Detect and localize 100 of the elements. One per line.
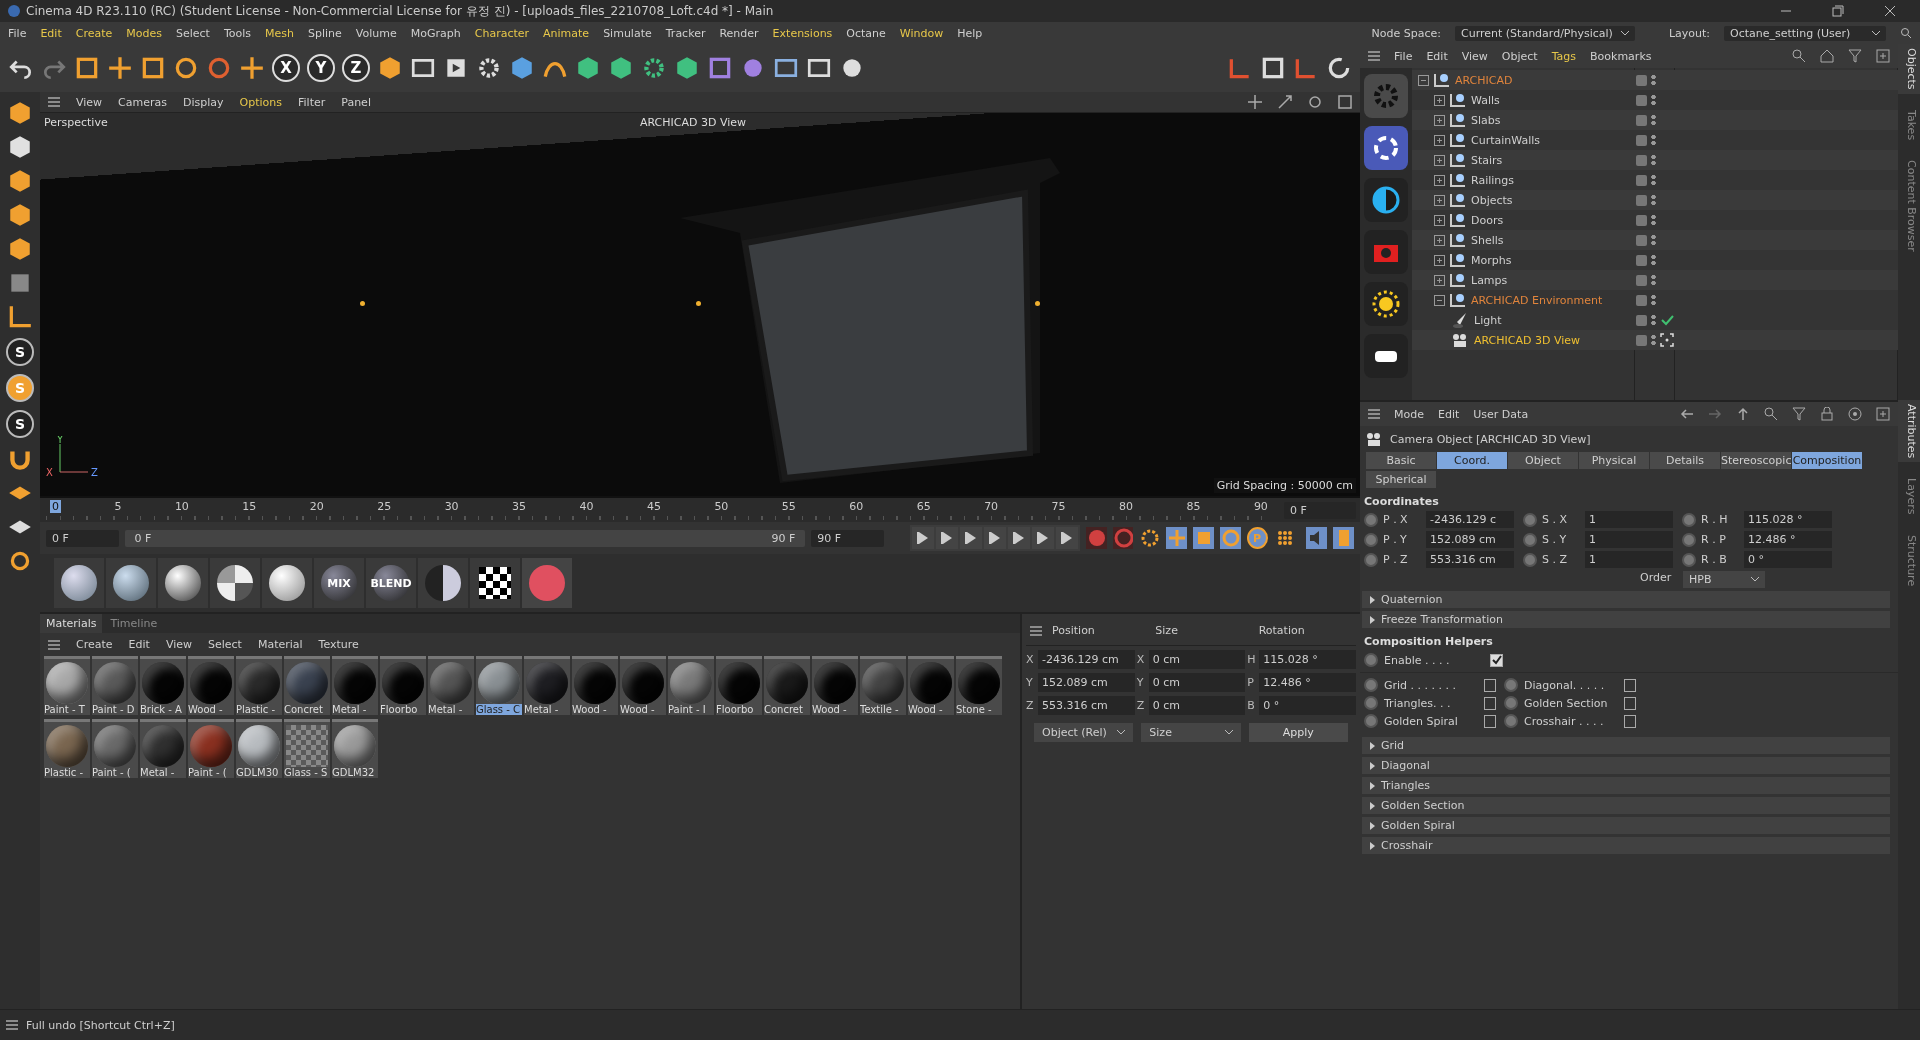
menu-icon[interactable] xyxy=(6,1020,18,1030)
value-field[interactable]: 1 xyxy=(1585,531,1673,548)
keyframe-dot-icon[interactable] xyxy=(1504,678,1518,692)
handle-dot[interactable] xyxy=(1035,301,1040,306)
end-frame-field[interactable]: 90 F xyxy=(811,529,884,547)
objects-menu-item[interactable]: Bookmarks xyxy=(1590,49,1652,63)
cube-icon[interactable] xyxy=(7,236,33,262)
keyframe-dot-icon[interactable] xyxy=(1523,512,1537,527)
order-dropdown[interactable]: HPB xyxy=(1683,571,1765,588)
keyframe-dot-icon[interactable] xyxy=(1682,512,1696,527)
menu-item[interactable]: Spline xyxy=(308,26,342,40)
keyframe-dot-icon[interactable] xyxy=(1504,696,1518,710)
material-swatch[interactable]: Concret xyxy=(764,656,810,715)
material-swatch[interactable]: Paint - ( xyxy=(188,719,234,778)
cube-icon[interactable] xyxy=(7,202,33,228)
material-swatch[interactable]: Floorbo xyxy=(380,656,426,715)
material-preset-button[interactable] xyxy=(158,558,208,608)
visibility-toggle[interactable] xyxy=(1636,214,1647,226)
side-tab[interactable]: Structure xyxy=(1898,530,1920,590)
cube-icon[interactable] xyxy=(509,55,535,81)
side-tab[interactable]: Takes xyxy=(1898,105,1920,144)
keyframe-dot-icon[interactable] xyxy=(1504,714,1518,728)
material-swatch[interactable]: Brick - A xyxy=(140,656,186,715)
panel-tab[interactable]: Timeline xyxy=(104,614,164,633)
menu-icon[interactable] xyxy=(48,639,60,650)
node-space-dropdown[interactable]: Current (Standard/Physical) xyxy=(1455,25,1635,41)
menu-item[interactable]: Extensions xyxy=(772,26,833,40)
object-name[interactable]: CurtainWalls xyxy=(1471,133,1621,147)
material-swatch[interactable]: Metal - xyxy=(140,719,186,778)
menu-item[interactable]: Render xyxy=(719,26,759,40)
material-preset-button[interactable] xyxy=(262,558,312,608)
checkbox[interactable] xyxy=(1623,696,1636,710)
check-tag-icon[interactable] xyxy=(1660,313,1674,327)
materials-menu-item[interactable]: Select xyxy=(208,638,242,651)
status-dots[interactable] xyxy=(1651,194,1656,206)
menu-item[interactable]: Mesh xyxy=(265,26,294,40)
checkbox[interactable] xyxy=(1623,678,1636,692)
attributes-menu-item[interactable]: Edit xyxy=(1438,407,1460,421)
snap-icon[interactable] xyxy=(206,55,232,81)
side-tab[interactable]: Layers xyxy=(1898,474,1920,519)
keyframe-dot-icon[interactable] xyxy=(1682,552,1696,567)
attribute-tab[interactable]: Spherical xyxy=(1366,471,1436,488)
attribute-tab[interactable]: Details xyxy=(1650,452,1720,469)
status-dots[interactable] xyxy=(1651,254,1656,266)
visibility-toggle[interactable] xyxy=(1636,174,1647,186)
keyframe-dot-icon[interactable] xyxy=(1364,714,1378,728)
side-tab[interactable]: Objects xyxy=(1898,44,1920,94)
side-tab[interactable]: Attributes xyxy=(1898,400,1920,463)
checkbox[interactable] xyxy=(1483,714,1496,728)
attribute-tab[interactable]: Coord. xyxy=(1437,452,1507,469)
speaker-icon[interactable] xyxy=(1306,527,1328,549)
status-dots[interactable] xyxy=(1651,214,1656,226)
selection-icon[interactable] xyxy=(74,55,100,81)
expand-icon[interactable] xyxy=(1434,274,1445,286)
visibility-toggle[interactable] xyxy=(1636,254,1647,266)
refresh-icon[interactable] xyxy=(1326,55,1352,81)
zoom-view-icon[interactable] xyxy=(1278,95,1292,109)
rotation-field[interactable]: 0 ° xyxy=(1259,696,1356,715)
expand-icon[interactable] xyxy=(1434,194,1445,206)
object-name[interactable]: Walls xyxy=(1471,93,1621,107)
attributes-menu-item[interactable]: User Data xyxy=(1473,407,1529,421)
position-field[interactable]: 553.316 cm xyxy=(1038,696,1135,715)
value-field[interactable]: 553.316 cm xyxy=(1426,551,1514,568)
value-field[interactable]: -2436.129 c xyxy=(1426,511,1514,528)
material-swatch[interactable]: Glass - C xyxy=(476,656,522,715)
viewport-menu-item[interactable]: Filter xyxy=(298,95,326,109)
collapse-icon[interactable] xyxy=(1418,74,1429,86)
material-swatch[interactable]: Paint - ( xyxy=(92,719,138,778)
cube-icon[interactable] xyxy=(7,100,33,126)
checker-preset-button[interactable] xyxy=(470,558,520,608)
axis-lock-button[interactable]: X xyxy=(272,54,300,82)
material-preset-button[interactable] xyxy=(54,558,104,608)
cube-icon[interactable] xyxy=(608,55,634,81)
keyframe-dot-icon[interactable] xyxy=(1682,532,1696,547)
value-field[interactable]: 1 xyxy=(1585,551,1673,568)
restore-icon[interactable] xyxy=(1832,5,1844,17)
objects-menu-item[interactable]: File xyxy=(1394,49,1413,63)
status-dots[interactable] xyxy=(1651,294,1656,306)
material-swatch[interactable]: Paint - D xyxy=(92,656,138,715)
material-swatch[interactable]: Wood - xyxy=(620,656,666,715)
autokey-icon[interactable] xyxy=(1112,527,1134,549)
status-dots[interactable] xyxy=(1651,154,1656,166)
material-swatch[interactable]: Plastic - xyxy=(44,719,90,778)
visibility-toggle[interactable] xyxy=(1636,134,1647,146)
visibility-toggle[interactable] xyxy=(1636,194,1647,206)
status-dots[interactable] xyxy=(1651,94,1656,106)
expand-icon[interactable] xyxy=(1434,94,1445,106)
position-field[interactable]: -2436.129 cm xyxy=(1038,650,1135,669)
coordinate-mode-dropdown[interactable]: Object (Rel) xyxy=(1034,723,1134,742)
rotation-field[interactable]: 12.486 ° xyxy=(1259,673,1356,692)
start-frame-field[interactable]: 0 F xyxy=(46,529,119,547)
material-preset-button[interactable]: BLEND xyxy=(366,558,416,608)
menu-item[interactable]: Help xyxy=(957,26,983,40)
rotate-view-icon[interactable] xyxy=(1308,95,1322,109)
material-swatch[interactable]: Plastic - xyxy=(236,656,282,715)
collapsed-group[interactable]: Crosshair xyxy=(1362,837,1890,854)
status-dots[interactable] xyxy=(1651,114,1656,126)
status-dots[interactable] xyxy=(1651,74,1656,86)
materials-menu-item[interactable]: Create xyxy=(76,638,113,651)
back-arrow-icon[interactable] xyxy=(1680,407,1694,421)
